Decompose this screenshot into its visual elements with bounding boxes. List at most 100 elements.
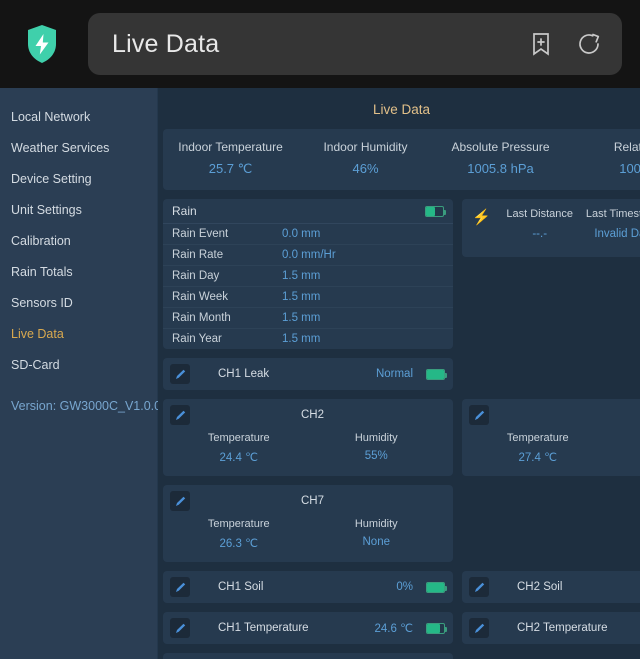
sensor-value: 0% [396,581,413,593]
summary-absolute-pressure: Absolute Pressure 1005.8 hPa [433,140,568,177]
lightning-last-timestamp: Last Timestamp Invalid Date [579,208,640,240]
column-left: CH1 Temperature 24.6 ℃ [163,612,453,653]
sensor-value: 24.6 ℃ [374,623,414,635]
sensor-row-ch1-soil[interactable]: CH1 Soil 0% [163,571,453,603]
status-badge: Normal [375,368,413,380]
pencil-icon[interactable] [170,364,190,384]
sensor-row-ch1-leaf[interactable]: CH1 Leaf 0% [163,653,453,659]
row-value: 1.5 mm [282,312,321,324]
column-left: Rain Rain Event 0.0 mm Rain Rate 0.0 mm/… [163,199,453,358]
row-label: Rain Year [172,333,222,345]
table-row: Rain Rate 0.0 mm/Hr [163,245,453,266]
summary-label: Relative [613,140,640,154]
pencil-icon[interactable] [170,618,190,638]
sidebar-item-sd-card[interactable]: SD-Card [0,350,157,381]
column-right: ⚡ Last Distance --.- Last Timestamp Inva… [462,199,640,358]
lightning-panel: ⚡ Last Distance --.- Last Timestamp Inva… [462,199,640,257]
rain-panel: Rain Rain Event 0.0 mm Rain Rate 0.0 mm/… [163,199,453,349]
sidebar-item-calibration[interactable]: Calibration [0,226,157,257]
sidebar-item-sensors-id[interactable]: Sensors ID [0,288,157,319]
firmware-version: Version: GW3000C_V1.0.0 [11,399,162,413]
metric-value: 26.3 ℃ [219,538,259,550]
row-value: 0.0 mm [282,228,321,240]
app-body: Local Network Weather Services Device Se… [0,88,640,659]
metric-label: Humidity [354,518,398,530]
row-leak: CH1 Leak Normal [163,358,640,399]
metric-value: Invalid Date [594,228,640,240]
table-row: Rain Year 1.5 mm [163,329,453,349]
sensor-row-ch2-temperature[interactable]: CH2 Temperature [462,612,640,644]
rain-panel-header: Rain [163,199,453,224]
app-header: Live Data [0,0,640,88]
column-left: CH1 Leaf 0% [163,653,453,659]
lightning-last-distance: Last Distance --.- [501,208,579,240]
channel-title: CH6 [489,409,640,421]
bookmark-add-icon[interactable] [528,31,554,57]
summary-label: Absolute Pressure [451,140,550,154]
sensor-row-ch1-temperature[interactable]: CH1 Temperature 24.6 ℃ [163,612,453,644]
address-bar[interactable]: Live Data [88,13,622,75]
metric-label: Temperature [506,432,569,444]
summary-value: 25.7 ℃ [208,161,253,176]
channel-title: CH2 [300,409,324,421]
channel-card-ch6: CH6 Temperature 27.4 ℃ [462,399,640,476]
row-soil-temperature: CH1 Temperature 24.6 ℃ CH2 Temperature [163,612,640,653]
row-label: Rain Event [172,228,229,240]
row-label: Rain Day [172,270,220,282]
battery-icon [425,205,446,217]
table-row: Rain Event 0.0 mm [163,224,453,245]
refresh-icon[interactable] [576,31,602,57]
channel-card-ch2: CH2 Temperature 24.4 ℃ Humidity 55% [163,399,453,476]
pencil-icon[interactable] [469,618,489,638]
sensor-name: CH2 Temperature [517,622,608,634]
channel-header: CH2 [170,405,445,425]
sensor-row-ch1-leak[interactable]: CH1 Leak Normal [163,358,453,390]
sensor-name: CH2 Soil [517,581,563,593]
column-right-empty [462,358,640,399]
row-value: 1.5 mm [282,333,321,345]
sidebar-item-rain-totals[interactable]: Rain Totals [0,257,157,288]
sidebar-item-live-data[interactable]: Live Data [0,319,157,350]
sidebar-item-unit-settings[interactable]: Unit Settings [0,195,157,226]
sensor-name: CH1 Soil [218,581,264,593]
row-ch2-ch6: CH2 Temperature 24.4 ℃ Humidity 55% Temp… [163,399,640,485]
pencil-icon[interactable] [170,405,190,425]
metric-value: 27.4 ℃ [518,452,558,464]
metric-humidity: Humidity 55% [308,432,446,464]
summary-indoor-humidity: Indoor Humidity 46% [298,140,433,177]
channel-header: CH6 [469,405,640,425]
sidebar-item-local-network[interactable]: Local Network [0,102,157,133]
row-label: Rain Week [172,291,229,303]
channel-metrics: Temperature 24.4 ℃ Humidity 55% [170,432,445,464]
row-leaf: CH1 Leaf 0% [163,653,640,659]
row-label: Rain Month [172,312,231,324]
summary-indoor-temperature: Indoor Temperature 25.7 ℃ [163,140,298,177]
metric-value: --.- [532,228,548,240]
pencil-icon[interactable] [170,491,190,511]
metric-label: Temperature [207,518,270,530]
rain-panel-title: Rain [172,204,197,218]
pencil-icon[interactable] [170,577,190,597]
summary-value: 46% [352,161,379,176]
channel-metrics: Temperature 27.4 ℃ [469,432,640,464]
metric-value: 55% [364,450,388,462]
metric-humidity: Humidity None [308,518,446,550]
sensor-row-ch2-soil[interactable]: CH2 Soil [462,571,640,603]
table-row: Rain Day 1.5 mm [163,266,453,287]
metric-temperature: Temperature 27.4 ℃ [469,432,607,464]
battery-icon [426,622,447,634]
battery-icon [426,581,447,593]
column-right: CH2 Temperature [462,612,640,653]
summary-value: 1005. [619,161,640,176]
sidebar: Local Network Weather Services Device Se… [0,88,162,659]
sidebar-item-device-setting[interactable]: Device Setting [0,164,157,195]
sidebar-item-weather-services[interactable]: Weather Services [0,133,157,164]
column-right-empty [462,653,640,659]
row-soil: CH1 Soil 0% CH2 Soil [163,571,640,612]
summary-label: Indoor Temperature [178,140,283,154]
metric-placeholder [607,432,640,464]
pencil-icon[interactable] [469,577,489,597]
pencil-icon[interactable] [469,405,489,425]
channel-header: CH7 [170,491,445,511]
column-right: CH2 Soil [462,571,640,612]
